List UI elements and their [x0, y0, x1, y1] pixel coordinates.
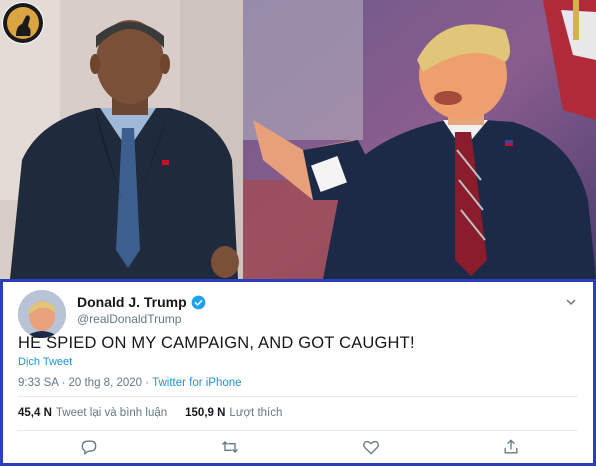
avatar[interactable] — [18, 290, 66, 338]
reply-icon[interactable] — [79, 437, 99, 457]
engagement-stats: 45,4 N Tweet lại và bình luận 150,9 N Lượt… — [18, 407, 300, 419]
divider-top — [18, 396, 578, 397]
translate-tweet-link[interactable]: Dịch Tweet — [18, 356, 72, 368]
chevron-down-icon[interactable] — [565, 296, 577, 308]
like-icon[interactable] — [361, 437, 381, 457]
photo-right — [243, 0, 596, 279]
source-link[interactable]: Twitter for iPhone — [152, 377, 241, 389]
timestamp[interactable]: 9:33 SA · 20 thg 8, 2020 · — [18, 377, 152, 389]
verified-badge-icon — [191, 295, 206, 309]
photo-collage — [0, 0, 596, 279]
tweet-card: Donald J. Trump @realDonaldTrump HE SPIE… — [0, 279, 596, 466]
profile-photo-icon — [18, 290, 66, 338]
author-line: Donald J. Trump — [77, 294, 206, 310]
share-icon[interactable] — [501, 437, 521, 457]
tweet-text: HE SPIED ON MY CAMPAIGN, AND GOT CAUGHT! — [18, 334, 415, 352]
likes-stat[interactable]: 150,9 N Lượt thích — [185, 407, 282, 419]
thinker-logo-icon — [3, 3, 43, 43]
retweets-stat[interactable]: 45,4 N Tweet lại và bình luận — [18, 407, 167, 419]
retweets-label: Tweet lại và bình luận — [55, 407, 168, 419]
channel-logo — [2, 2, 44, 44]
tweet-meta: 9:33 SA · 20 thg 8, 2020 · Twitter for i… — [18, 377, 242, 389]
likes-count: 150,9 N — [185, 407, 226, 419]
retweets-count: 45,4 N — [18, 407, 52, 419]
likes-label: Lượt thích — [229, 407, 283, 419]
portrait-right-image — [243, 0, 596, 279]
display-name[interactable]: Donald J. Trump — [77, 294, 187, 310]
retweet-icon[interactable] — [220, 437, 240, 457]
divider-bottom — [18, 430, 578, 431]
action-bar — [3, 437, 593, 457]
photo-left — [0, 0, 243, 279]
handle[interactable]: @realDonaldTrump — [77, 312, 181, 326]
